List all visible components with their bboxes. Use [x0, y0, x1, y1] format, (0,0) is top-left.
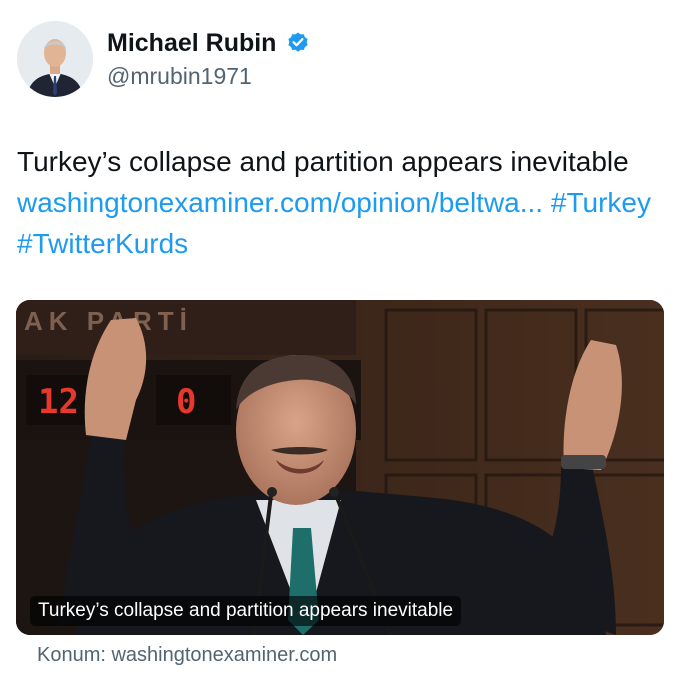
- author-handle[interactable]: @mrubin1971: [107, 60, 252, 92]
- tweet-text: Turkey’s collapse and partition appears …: [17, 141, 657, 264]
- tweet: Michael Rubin @mrubin1971 Turkey’s colla…: [0, 0, 680, 680]
- counter-left: 12: [38, 382, 79, 422]
- author-avatar[interactable]: [17, 21, 93, 97]
- hashtag-twitterkurds[interactable]: #TwitterKurds: [17, 228, 188, 259]
- link-preview-card[interactable]: AK PARTİ 12 0: [16, 300, 664, 635]
- hashtag-turkey[interactable]: #Turkey: [551, 187, 651, 218]
- card-source-domain[interactable]: Konum: washingtonexaminer.com: [37, 641, 337, 669]
- article-link[interactable]: washingtonexaminer.com/opinion/beltwa...: [17, 187, 543, 218]
- author-name[interactable]: Michael Rubin: [107, 26, 276, 60]
- counter-right: 0: [176, 382, 196, 422]
- avatar-photo-icon: [17, 21, 93, 97]
- tweet-body: Turkey’s collapse and partition appears …: [17, 146, 629, 177]
- card-caption: Turkey’s collapse and partition appears …: [30, 596, 462, 626]
- verified-badge-icon[interactable]: [286, 31, 310, 55]
- article-photo-icon: AK PARTİ 12 0: [16, 300, 664, 635]
